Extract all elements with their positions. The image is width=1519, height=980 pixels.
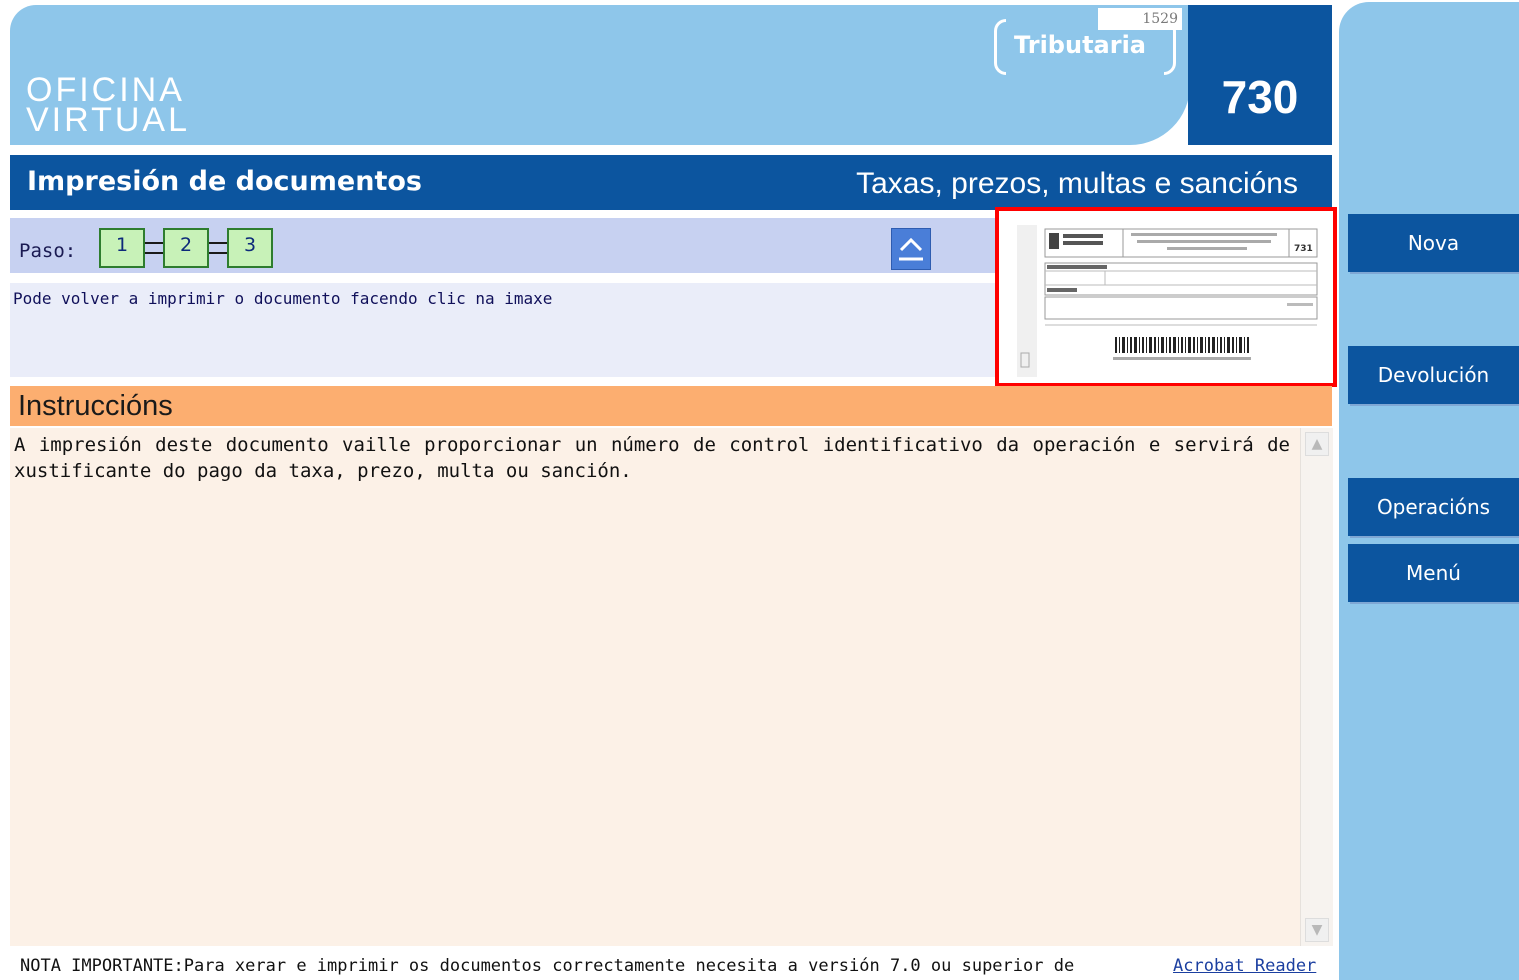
scroll-top-button[interactable] bbox=[891, 228, 931, 270]
counter-code: 1529 bbox=[1098, 8, 1182, 30]
menu-button[interactable]: Menú bbox=[1348, 544, 1519, 602]
step-3: 3 bbox=[227, 228, 273, 268]
instructions-title: Instruccións bbox=[18, 390, 173, 422]
scroll-up-arrow-icon[interactable]: ▲ bbox=[1305, 432, 1329, 456]
brand-line-2: VIRTUAL bbox=[26, 101, 190, 139]
chevron-up-icon bbox=[899, 237, 923, 261]
step-2: 2 bbox=[163, 228, 209, 268]
form-code: 730 bbox=[1188, 5, 1332, 145]
instructions-header: Instruccións bbox=[10, 386, 1332, 426]
step-connector bbox=[145, 242, 163, 254]
step-indicator: Paso: 1 2 3 bbox=[10, 218, 1010, 273]
header-banner: OFICINA VIRTUAL Tributaria bbox=[10, 5, 1190, 145]
instructions-body: A impresión deste documento vaille propo… bbox=[10, 428, 1300, 946]
instructions-text: A impresión deste documento vaille propo… bbox=[14, 434, 1290, 482]
scroll-down-arrow-icon[interactable]: ▼ bbox=[1305, 918, 1329, 942]
thumbnail-doc-code: 731 bbox=[1294, 244, 1313, 254]
devolucion-button[interactable]: Devolución bbox=[1348, 346, 1519, 404]
important-note: NOTA IMPORTANTE:Para xerar e imprimir os… bbox=[20, 956, 1075, 976]
document-preview-image[interactable]: 731 bbox=[1017, 225, 1323, 377]
brand-logo: OFICINA VIRTUAL bbox=[26, 73, 190, 139]
bracket-left bbox=[994, 19, 1006, 75]
reprint-hint: Pode volver a imprimir o documento facen… bbox=[13, 289, 553, 308]
step-1: 1 bbox=[99, 228, 145, 268]
page-subtitle: Taxas, prezos, multas e sancións bbox=[856, 167, 1298, 200]
info-panel: Pode volver a imprimir o documento facen… bbox=[10, 283, 1000, 377]
acrobat-reader-link[interactable]: Acrobat Reader bbox=[1173, 956, 1316, 976]
step-connector bbox=[209, 242, 227, 254]
barcode-graphic bbox=[1115, 337, 1249, 353]
tributaria-label: Tributaria bbox=[1014, 31, 1146, 59]
nova-button[interactable]: Nova bbox=[1348, 214, 1519, 272]
document-preview-graphic: 731 bbox=[1017, 225, 1323, 377]
page-title: Impresión de documentos bbox=[27, 166, 422, 197]
instructions-scrollbar[interactable]: ▲ ▼ bbox=[1300, 428, 1333, 946]
document-thumbnail[interactable]: 731 bbox=[995, 207, 1337, 387]
title-bar: Impresión de documentos Taxas, prezos, m… bbox=[10, 155, 1332, 210]
step-label: Paso: bbox=[19, 240, 77, 262]
operacions-button[interactable]: Operacións bbox=[1348, 478, 1519, 536]
